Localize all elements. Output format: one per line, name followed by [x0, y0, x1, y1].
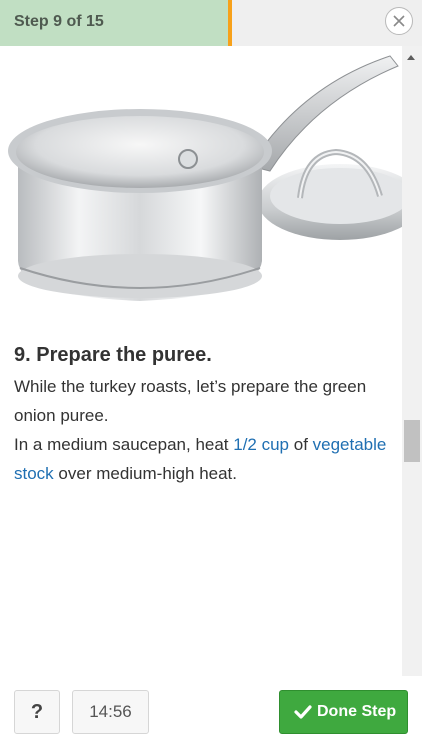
timer-button[interactable]: 14:56	[72, 690, 149, 734]
help-button[interactable]: ?	[14, 690, 60, 734]
instruction-paragraph: In a medium saucepan, heat 1/2 cup of ve…	[14, 430, 396, 488]
scroll-up-arrow-icon[interactable]	[407, 55, 415, 60]
scrollbar[interactable]	[402, 46, 422, 676]
step-content[interactable]: 9. Prepare the puree. While the turkey r…	[0, 46, 402, 676]
instruction-paragraph: While the turkey roasts, let’s prepare t…	[14, 377, 367, 425]
step-header: Step 9 of 15	[0, 0, 422, 46]
saucepan-photo	[8, 55, 402, 301]
close-button[interactable]	[385, 7, 413, 35]
instruction-text: over medium-high heat.	[53, 464, 238, 483]
quantity-link[interactable]: 1/2 cup	[233, 435, 289, 454]
scroll-thumb[interactable]	[404, 420, 420, 462]
progress-marker	[228, 0, 232, 46]
step-instructions: While the turkey roasts, let’s prepare t…	[14, 372, 396, 488]
done-step-label: Done Step	[317, 703, 397, 720]
done-step-button[interactable]: Done Step	[279, 690, 408, 734]
step-footer: ? 14:56 Done Step	[0, 676, 422, 751]
instruction-text: In a medium saucepan, heat	[14, 435, 234, 454]
close-icon	[393, 15, 405, 27]
step-counter: Step 9 of 15	[14, 13, 104, 30]
instruction-text: of	[289, 435, 313, 454]
recipe-step-view: Step 9 of 15 9. Prepare the puree. While…	[0, 0, 422, 751]
step-title: 9. Prepare the puree.	[14, 344, 212, 366]
checkmark-icon	[294, 705, 312, 719]
